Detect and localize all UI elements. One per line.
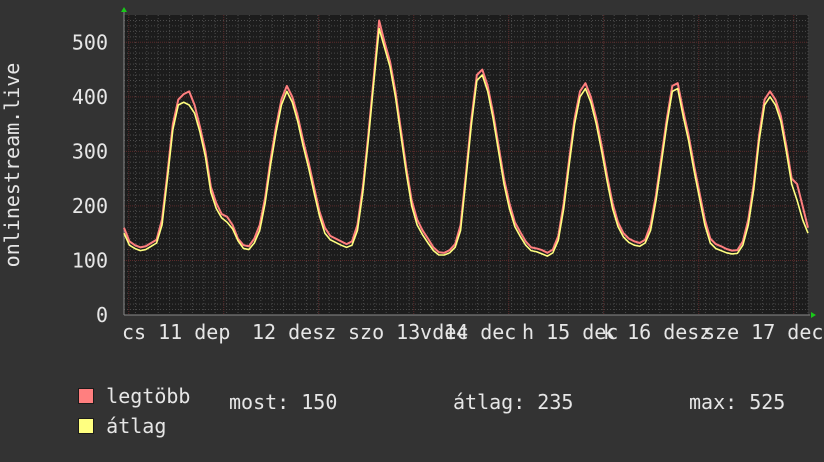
chart-container: 0 100 200 300 400 500 cs 11 dep 12 desz szo 13 …	[0, 0, 824, 438]
y-tick-label: 200	[72, 194, 108, 218]
y-axis-arrow	[121, 7, 127, 12]
x-axis-tick-labels: cs 11 dep 12 desz szo 13 decv 14 dec h 15 d…	[122, 320, 823, 344]
y-axis-tick-labels: 0 100 200 300 400 500	[72, 30, 108, 327]
legend-label-avg: átlag	[106, 414, 167, 438]
y-tick-label: 100	[72, 248, 108, 272]
y-tick-label: 400	[72, 85, 108, 109]
x-tick-label: k 16 desz	[603, 320, 711, 344]
x-tick-label: v 14 dec	[420, 320, 516, 344]
x-tick-label: 12 desz	[252, 320, 336, 344]
x-tick-label: sze 17 dec	[703, 320, 823, 344]
y-tick-label: 500	[72, 30, 108, 54]
y-axis-label: onlinestream.live	[0, 63, 24, 268]
x-axis-arrow	[811, 312, 816, 318]
stat-current: most: 150	[229, 390, 338, 414]
stat-maximum: max: 525	[689, 390, 786, 414]
stat-average: átlag: 235	[453, 390, 574, 414]
y-tick-label: 0	[96, 303, 108, 327]
y-tick-label: 300	[72, 139, 108, 163]
legend-item-avg: átlag	[30, 390, 166, 462]
x-tick-label: cs 11 dep	[122, 320, 230, 344]
legend-swatch-avg	[78, 418, 95, 434]
